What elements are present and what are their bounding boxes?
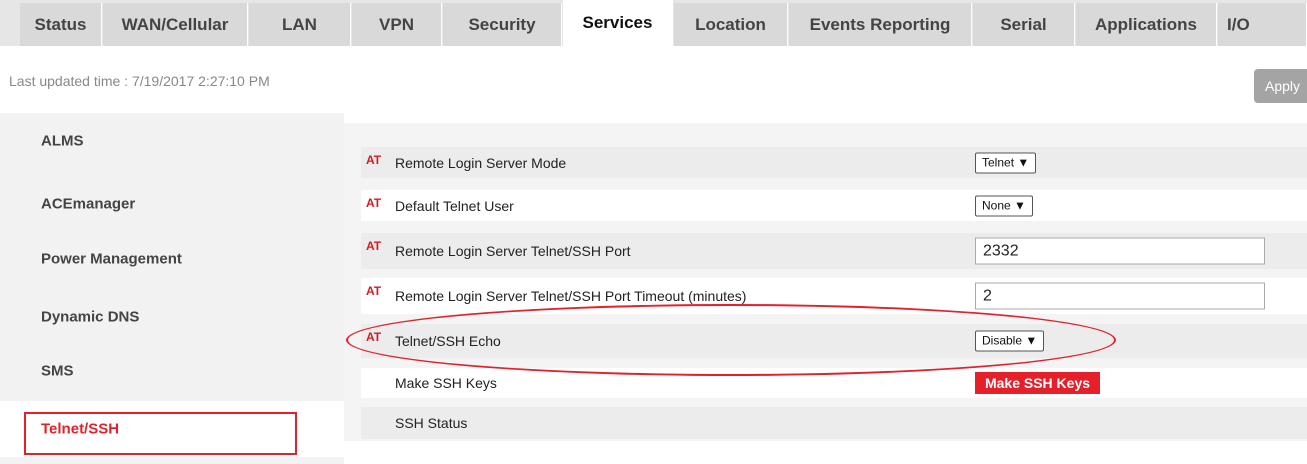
make-ssh-keys-label: Make SSH Keys (395, 375, 497, 391)
at-command-marker: AT (366, 284, 382, 298)
sidebar-item-acemanager[interactable]: ACEmanager (0, 176, 344, 232)
sidebar-item-telnet-ssh[interactable]: Telnet/SSH (0, 401, 344, 457)
make-ssh-keys-button[interactable]: Make SSH Keys (975, 372, 1100, 394)
tab-lan[interactable]: LAN (249, 3, 351, 46)
remote-login-mode-select[interactable]: Telnet ▼ (975, 152, 1037, 173)
setting-row-telnet-ssh-echo: AT Telnet/SSH Echo Disable ▼ (361, 324, 1307, 358)
telnet-ssh-port-label: Remote Login Server Telnet/SSH Port (395, 243, 631, 259)
tab-io[interactable]: I/O (1218, 3, 1307, 46)
default-telnet-user-select[interactable]: None ▼ (975, 195, 1033, 216)
setting-row-ssh-status: SSH Status (361, 407, 1307, 439)
sidebar-item-power-management[interactable]: Power Management (0, 231, 344, 287)
setting-row-remote-login-mode: AT Remote Login Server Mode Telnet ▼ (361, 147, 1307, 178)
sidebar-item-label: Power Management (41, 250, 182, 268)
setting-row-port-timeout: AT Remote Login Server Telnet/SSH Port T… (361, 278, 1307, 314)
sidebar-item-alms[interactable]: ALMS (0, 113, 344, 169)
setting-row-telnet-ssh-port: AT Remote Login Server Telnet/SSH Port (361, 233, 1307, 269)
tab-applications[interactable]: Applications (1076, 3, 1217, 46)
apply-button[interactable]: Apply (1254, 69, 1307, 103)
top-tab-bar: Status WAN/Cellular LAN VPN Security Ser… (0, 0, 1307, 46)
last-updated-time: Last updated time : 7/19/2017 2:27:10 PM (9, 73, 270, 89)
sidebar-item-label: ACEmanager (41, 195, 136, 213)
sidebar-item-dynamic-dns[interactable]: Dynamic DNS (0, 289, 344, 345)
telnet-ssh-port-input[interactable] (975, 237, 1265, 265)
telnet-ssh-echo-label: Telnet/SSH Echo (395, 333, 501, 349)
telnet-ssh-echo-select[interactable]: Disable ▼ (975, 330, 1045, 352)
at-command-marker: AT (366, 330, 382, 344)
tab-services[interactable]: Services (563, 0, 673, 46)
tab-security[interactable]: Security (443, 3, 562, 46)
tab-serial[interactable]: Serial (973, 3, 1075, 46)
tab-status[interactable]: Status (20, 3, 102, 46)
tab-location[interactable]: Location (674, 3, 788, 46)
tab-wan-cellular[interactable]: WAN/Cellular (103, 3, 248, 46)
services-sidebar: ALMS ACEmanager Power Management Dynamic… (0, 113, 344, 464)
telnet-ssh-settings-panel: AT Remote Login Server Mode Telnet ▼ AT … (344, 123, 1307, 441)
tab-events-reporting[interactable]: Events Reporting (789, 3, 972, 46)
tab-vpn[interactable]: VPN (352, 3, 442, 46)
port-timeout-input[interactable] (975, 282, 1265, 310)
at-command-marker: AT (366, 196, 382, 210)
sidebar-item-sms[interactable]: SMS (0, 343, 344, 399)
remote-login-mode-label: Remote Login Server Mode (395, 154, 567, 171)
setting-row-default-telnet-user: AT Default Telnet User None ▼ (361, 190, 1307, 221)
sidebar-item-label: Dynamic DNS (41, 308, 140, 326)
default-telnet-user-label: Default Telnet User (395, 197, 514, 214)
port-timeout-label: Remote Login Server Telnet/SSH Port Time… (395, 288, 747, 304)
ssh-status-label: SSH Status (395, 415, 468, 431)
sidebar-item-label: Telnet/SSH (41, 420, 120, 438)
setting-row-make-ssh-keys: Make SSH Keys Make SSH Keys (361, 368, 1307, 398)
sidebar-item-label: ALMS (41, 132, 84, 150)
at-command-marker: AT (366, 239, 382, 253)
at-command-marker: AT (366, 153, 382, 167)
sidebar-item-label: SMS (41, 362, 74, 380)
